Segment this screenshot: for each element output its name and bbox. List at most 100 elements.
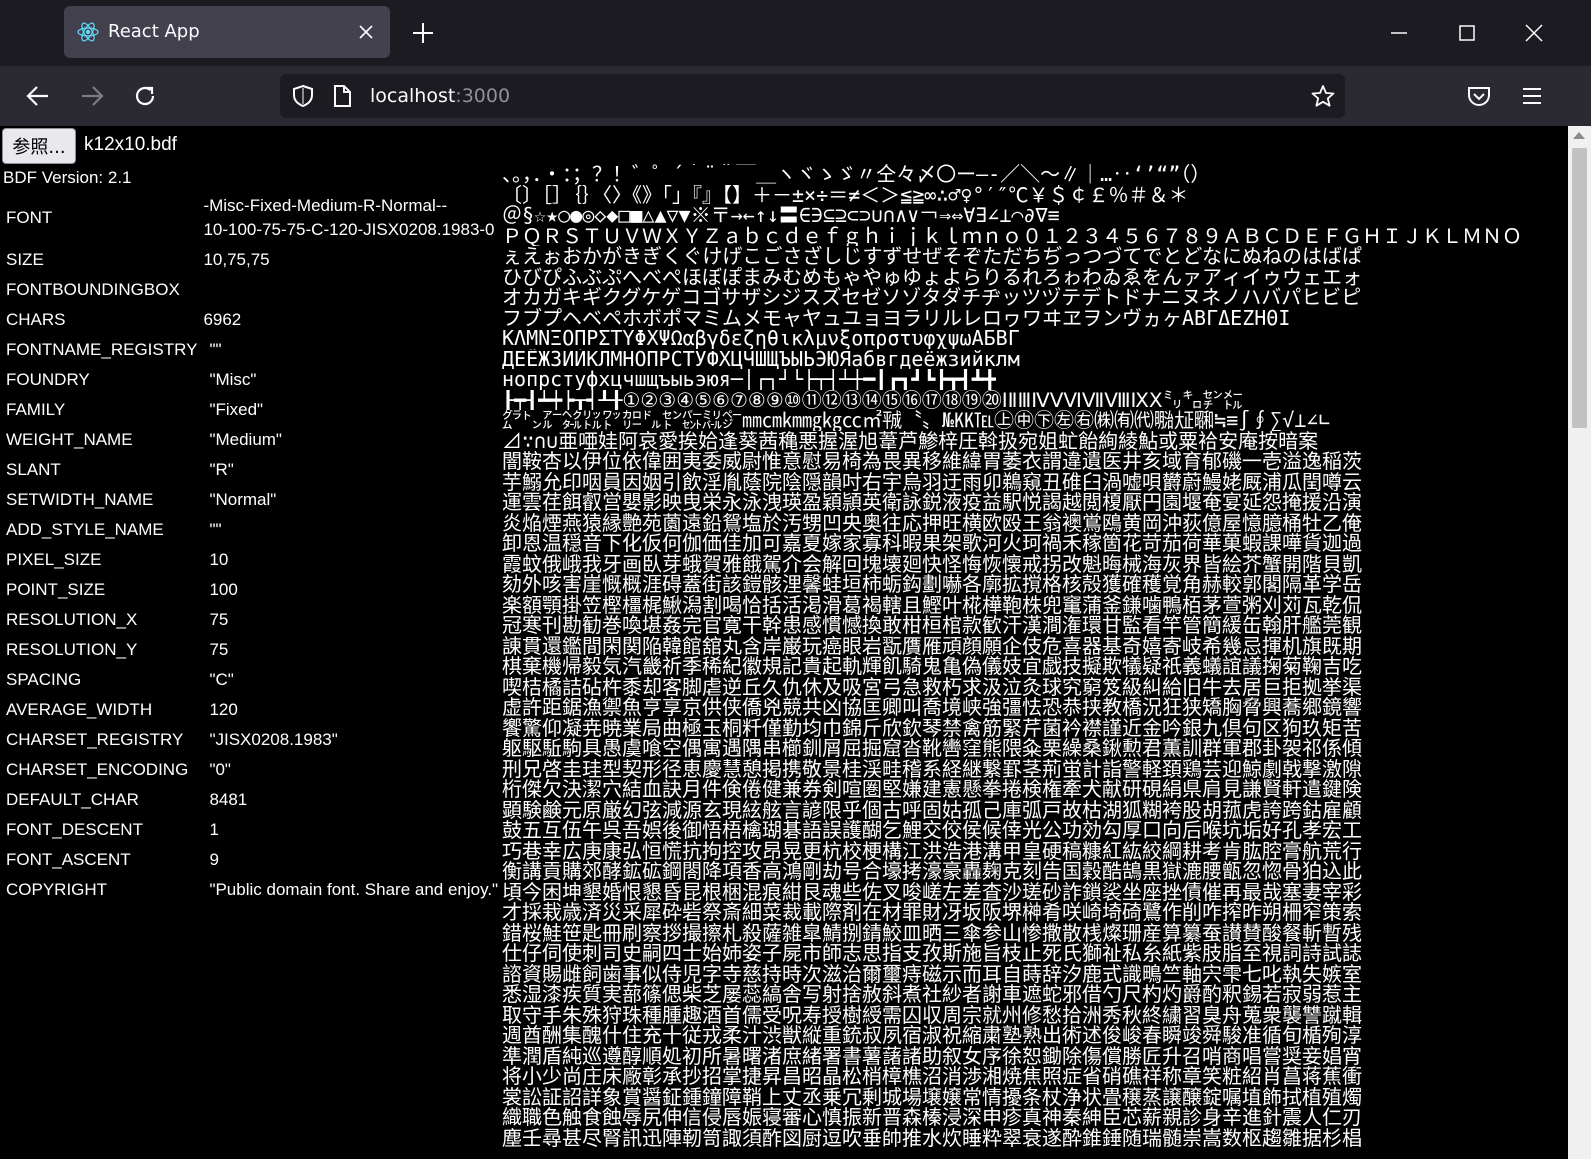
property-value: 1 bbox=[209, 820, 219, 839]
glyph-row: オカガキギクグケゲコゴサザシジスズセゼソゾタダチヂッツヅテデトドナニヌネノハバパ… bbox=[502, 287, 1362, 308]
glyph-row: 週酋酬集醜什住充十従戎柔汁渋獣縦重銃叔夙宿淑祝縮粛塾熟出術述俊峻春瞬竣舜駿准循旬… bbox=[502, 1025, 1362, 1046]
glyph-row: 諌貫還鑑間閑関陥韓館舘丸含岸巌玩癌眼岩翫贋雁頑顔願企伎危喜器基奇嬉寄岐希幾忌揮机… bbox=[502, 635, 1362, 656]
maximize-icon[interactable] bbox=[1454, 20, 1480, 46]
property-row: CHARS 6962 bbox=[4, 306, 500, 334]
property-value: "C" bbox=[209, 670, 234, 689]
glyph-row: 衡講貢購郊酵鉱砿鋼閤降項香高鴻剛劫号合壕拷濠豪轟麹克刻告国穀酷鵠黒獄漉腰甑忽惚骨… bbox=[502, 861, 1362, 882]
property-row: RESOLUTION_X 75 bbox=[4, 606, 500, 634]
glyph-row: 仕仔伺使刺司史嗣四士始姉姿子屍市師志思指支孜斯施旨枝止死氏獅祉私糸紙紫肢脂至視詞… bbox=[502, 943, 1362, 964]
property-row: WEIGHT_NAME "Medium" bbox=[4, 426, 500, 454]
new-tab-icon[interactable] bbox=[410, 20, 436, 46]
url-host: localhost bbox=[370, 85, 456, 107]
property-key: FONT bbox=[6, 208, 53, 227]
glyph-row: 刑兄啓圭珪型契形径恵慶慧憩掲携敬景桂渓畦稽系経継繋罫茎荊蛍計詣警軽頚鶏芸迎鯨劇戟… bbox=[502, 758, 1362, 779]
glyph-row: 霞蚊俄峨我牙画臥芽蛾賀雅餓駕介会解回塊壊廻快怪悔恢懐戒拐改魁晦械海灰界皆絵芥蟹開… bbox=[502, 553, 1362, 574]
glyph-row: 闇鞍杏以伊位依偉囲夷委威尉惟意慰易椅為畏異移維緯胃萎衣謂違遺医井亥域育郁磯一壱溢… bbox=[502, 451, 1362, 472]
property-row: DEFAULT_CHAR 8481 bbox=[4, 786, 500, 814]
reload-icon[interactable] bbox=[131, 82, 159, 110]
glyph-row: ＠§☆★○●◎◇◆□■△▲▽▼※〒→←↑↓〓∈∋⊆⊇⊂⊃∪∩∧∨￢⇒⇔∀∃∠⊥⌒… bbox=[502, 205, 1060, 226]
url-text[interactable]: localhost:3000 bbox=[370, 85, 510, 107]
property-value: 6962 bbox=[203, 310, 242, 329]
glyph-row: 饗驚仰凝尭暁業局曲極玉桐粁僅勤均巾錦斤欣欽琴禁禽筋緊芹菌衿襟謹近金吟銀九倶句区狗… bbox=[502, 717, 1362, 738]
scroll-thumb[interactable] bbox=[1572, 148, 1587, 428]
property-key: CHARSET_ENCODING bbox=[6, 760, 189, 779]
property-value: 75 bbox=[209, 640, 229, 659]
property-key: ADD_STYLE_NAME bbox=[6, 520, 164, 539]
glyph-row: 準潤盾純巡遵醇順処初所暑曙渚庶緒署書薯藷諸助叙女序徐恕鋤除傷償勝匠升召哨商唱嘗奨… bbox=[502, 1045, 1362, 1066]
property-key: WEIGHT_NAME bbox=[6, 430, 133, 449]
url-port: :3000 bbox=[455, 85, 511, 107]
property-value: "Fixed" bbox=[209, 400, 264, 419]
property-key: AVERAGE_WIDTH bbox=[6, 700, 153, 719]
property-row: SETWIDTH_NAME "Normal" bbox=[4, 486, 500, 514]
glyph-row: ┠┯┨┷┿┝┰┥┸╂①②③④⑤⑥⑦⑧⑨⑩⑪⑫⑬⑭⑮⑯⑰⑱⑲⑳ⅠⅡⅢⅣⅤⅥⅦⅧⅨⅩ… bbox=[502, 389, 1243, 410]
page-icon bbox=[334, 85, 351, 107]
property-value bbox=[201, 276, 500, 304]
scroll-up-arrow-icon[interactable] bbox=[1573, 132, 1585, 139]
property-row: FONT -Misc-Fixed-Medium-R-Normal-- 10-100-… bbox=[4, 192, 500, 244]
property-value: "Misc" bbox=[209, 370, 257, 389]
property-key: FOUNDRY bbox=[6, 370, 90, 389]
react-logo-icon bbox=[77, 22, 99, 42]
vertical-scrollbar[interactable] bbox=[1568, 126, 1591, 1159]
property-row: CHARSET_ENCODING "0" bbox=[4, 756, 500, 784]
menu-hamburger-icon[interactable] bbox=[1518, 82, 1546, 110]
property-key: RESOLUTION_Y bbox=[6, 640, 138, 659]
browser-tab[interactable]: React App bbox=[64, 6, 390, 58]
property-row: FAMILY "Fixed" bbox=[4, 396, 500, 424]
glyph-row: 虚許距鋸漁禦魚亨享京供侠僑兇競共凶協匡卿叫喬境峡強彊怯恐恭挟教橋況狂狭矯胸脅興蕎… bbox=[502, 697, 1362, 718]
property-value: "" bbox=[209, 520, 222, 539]
glyph-row: 、。，．・：；？！゛゜´｀¨＾￣＿ヽヾゝゞ〃仝々〆〇ー―‐／＼～∥｜…‥‘’“”… bbox=[502, 164, 1211, 185]
property-key: DEFAULT_CHAR bbox=[6, 790, 139, 809]
property-value-line: -Misc-Fixed-Medium-R-Normal-- bbox=[203, 196, 448, 215]
glyph-row: 鼓五互伍午呉吾娯後御悟梧檎瑚碁語誤護醐乞鯉交佼侯候倖光公功効勾厚口向后喉坑垢好孔… bbox=[502, 820, 1362, 841]
property-key: FONTBOUNDINGBOX bbox=[6, 280, 180, 299]
glyph-row: 取守手朱殊狩珠種腫趣酒首儒受呪寿授樹綬需囚収周宗就州修愁拾洲秀秋終繍習臭舟蒐衆襲… bbox=[502, 1004, 1362, 1025]
property-value: 120 bbox=[209, 700, 238, 719]
glyph-row: 顕験鹸元原厳幻弦減源玄現絃舷言諺限乎個古呼固姑孤己庫弧戸故枯湖狐糊袴股胡菰虎誇跨… bbox=[502, 799, 1362, 820]
property-value: 10,75,75 bbox=[203, 250, 270, 269]
property-row: SIZE 10,75,75 bbox=[4, 246, 500, 274]
glyph-row: ＰＱＲＳＴＵＶＷＸＹＺａｂｃｄｅｆｇｈｉｊｋｌｍｎｏ０１２３４５６７８９ＡＢＣＤ… bbox=[502, 225, 1522, 246]
glyph-row: 劾外咳害崖慨概涯碍蓋街該鎧骸浬馨蛙垣柿蛎鈎劃嚇各廓拡撹格核殻獲確穫覚角赫較郭閣隔… bbox=[502, 574, 1362, 595]
url-bar[interactable]: localhost:3000 bbox=[280, 74, 1345, 118]
property-row: CHARSET_REGISTRY "JISX0208.1983" bbox=[4, 726, 500, 754]
close-window-icon[interactable] bbox=[1521, 20, 1547, 46]
property-value: "Normal" bbox=[209, 490, 277, 509]
glyph-row: ⊿∵∩∪亜唖娃阿哀愛挨姶逢葵茜穐悪握渥旭葦芦鯵梓圧斡扱宛姐虻飴絢綾鮎或粟袷安庵按… bbox=[502, 430, 1319, 451]
glyph-row: ㌘㌧㌃㌶㍑㍗㌍㌦㌣㌫㍊㌻㎜㎝㎞㎎㎏㏄㎡㍻〝〟№㏍℡㊤㊥㊦㊧㊨㈱㈲㈹㍾㍽㍼≒≡∫∮… bbox=[502, 410, 1331, 431]
glyph-row: 芋鰯允印咽員因姻引飲淫胤蔭院陰隠韻吋右宇烏羽迂雨卯鵜窺丑碓臼渦嘘唄欝蔚鰻姥厩浦瓜… bbox=[502, 471, 1362, 492]
property-key: CHARSET_REGISTRY bbox=[6, 730, 184, 749]
shield-icon[interactable] bbox=[290, 83, 316, 109]
glyph-row: 悉湿漆疾質実蔀篠偲柴芝屡蕊縞舎写射捨赦斜煮社紗者謝車遮蛇邪借勺尺杓灼爵酌釈錫若寂… bbox=[502, 984, 1362, 1005]
property-row: RESOLUTION_Y 75 bbox=[4, 636, 500, 664]
property-key: COPYRIGHT bbox=[6, 880, 108, 899]
property-row: AVERAGE_WIDTH 120 bbox=[4, 696, 500, 724]
bookmark-star-icon[interactable] bbox=[1310, 83, 1336, 109]
property-value: "JISX0208.1983" bbox=[209, 730, 338, 749]
glyph-row: 楽額顎掛笠樫橿梶鰍潟割喝恰括活渇滑葛褐轄且鰹叶椛樺鞄株兜竃蒲釜鎌噛鴨栢茅萱粥刈苅… bbox=[502, 594, 1362, 615]
bdf-properties-table: FONT -Misc-Fixed-Medium-R-Normal-- 10-100-… bbox=[2, 190, 502, 906]
property-row: COPYRIGHT "Public domain font. Share and … bbox=[4, 876, 500, 904]
property-value: "" bbox=[209, 340, 222, 359]
property-key: CHARS bbox=[6, 310, 66, 329]
property-row: SPACING "C" bbox=[4, 666, 500, 694]
close-tab-icon[interactable] bbox=[356, 22, 376, 42]
glyph-row: ΚΛΜΝΞΟΠΡΣΤΥΦΧΨΩαβγδεζηθικλμνξοπρστυφχψωА… bbox=[502, 328, 1020, 349]
property-key: PIXEL_SIZE bbox=[6, 550, 102, 569]
bdf-version: BDF Version: 2.1 bbox=[3, 168, 132, 187]
glyph-row: 諮資賜雌飼歯事似侍児字寺慈持時次滋治爾璽痔磁示而耳自蒔辞汐鹿式識鴫竺軸宍雫七叱執… bbox=[502, 963, 1362, 984]
back-arrow-icon[interactable] bbox=[24, 82, 52, 110]
forward-arrow-icon[interactable] bbox=[78, 82, 106, 110]
property-key: SIZE bbox=[6, 250, 44, 269]
glyph-row: 裳訟証詔詳象賞醤鉦鍾鐘障鞘上丈丞乗冗剰城場壌嬢常情擾条杖浄状畳穣蒸譲醸錠嘱埴飾拭… bbox=[502, 1086, 1362, 1107]
property-row: FONT_DESCENT 1 bbox=[4, 816, 500, 844]
property-value: 8481 bbox=[209, 790, 248, 809]
browse-file-button[interactable]: 参照... bbox=[2, 128, 76, 164]
glyph-row: 巧巷幸広庚康弘恒慌抗拘控攻昂晃更杭校梗構江洪浩港溝甲皇硬稿糠紅紘絞綱耕考肯肱腔膏… bbox=[502, 840, 1362, 861]
pocket-icon[interactable] bbox=[1465, 82, 1493, 110]
glyph-row: 将小少尚庄床廠彰承抄招掌捷昇昌昭晶松梢樟樵沼消渉湘焼焦照症省硝礁祥称章笑粧紹肖菖… bbox=[502, 1066, 1362, 1087]
property-key: FAMILY bbox=[6, 400, 66, 419]
property-row: FONTBOUNDINGBOX bbox=[4, 276, 500, 304]
minimize-icon[interactable] bbox=[1386, 20, 1412, 46]
